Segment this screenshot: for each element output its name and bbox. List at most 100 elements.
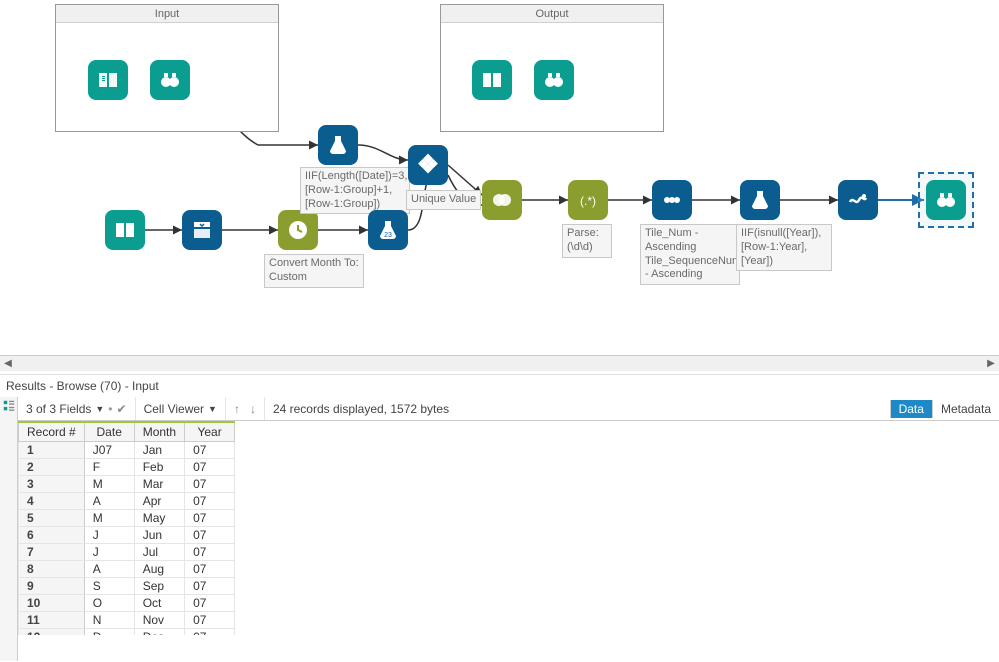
fields-dropdown[interactable]: 3 of 3 Fields ▼ • ✔ [18,397,136,420]
canvas-horizontal-scrollbar[interactable]: ◀ ▶ [0,355,999,371]
tile-tool[interactable] [408,145,448,185]
row-number: 1 [19,442,85,459]
regex-tool[interactable]: (.*) [568,180,608,220]
sort-tool[interactable] [652,180,692,220]
multirow-formula-tool[interactable] [318,125,358,165]
book-open-icon [113,218,137,242]
table-row[interactable]: 11NNov07 [19,612,235,629]
binoculars-icon [934,188,958,212]
cell-year[interactable]: 07 [185,510,235,527]
col-date[interactable]: Date [84,422,134,442]
table-row[interactable]: 6JJun07 [19,527,235,544]
row-number: 2 [19,459,85,476]
cell-month[interactable]: Jul [134,544,184,561]
join-tool[interactable] [482,180,522,220]
cell-month[interactable]: Jan [134,442,184,459]
table-row[interactable]: 10OOct07 [19,595,235,612]
cell-date[interactable]: S [84,578,134,595]
scroll-left-icon[interactable]: ◀ [0,356,16,372]
grid-gutter [0,421,18,661]
cell-date[interactable]: N [84,612,134,629]
workflow-canvas[interactable]: Input Output Convert Month To: Custom II… [0,0,999,374]
cell-year[interactable]: 07 [185,442,235,459]
table-row[interactable]: 12DDec07 [19,629,235,636]
cell-year[interactable]: 07 [185,578,235,595]
col-record[interactable]: Record # [19,422,85,442]
browse-tool[interactable] [150,60,190,100]
cell-year[interactable]: 07 [185,595,235,612]
cell-month[interactable]: Feb [134,459,184,476]
text-input-tool[interactable] [105,210,145,250]
flask-icon [326,133,350,157]
binoculars-icon [542,68,566,92]
cell-month[interactable]: Sep [134,578,184,595]
table-row[interactable]: 8AAug07 [19,561,235,578]
row-number: 8 [19,561,85,578]
datetime-tool[interactable] [278,210,318,250]
cell-date[interactable]: M [84,510,134,527]
tab-metadata[interactable]: Metadata [932,400,999,418]
table-row[interactable]: 7JJul07 [19,544,235,561]
cell-month[interactable]: Dec [134,629,184,636]
browse-tool[interactable] [926,180,966,220]
results-config-icon[interactable] [0,397,18,421]
cell-date[interactable]: J [84,544,134,561]
cell-date[interactable]: M [84,476,134,493]
tool-label: Tile_Num - Ascending Tile_SequenceNum - … [640,224,740,285]
check-wave-icon [846,188,870,212]
cell-viewer-label: Cell Viewer [144,402,204,416]
row-number: 5 [19,510,85,527]
cell-month[interactable]: Nov [134,612,184,629]
cell-date[interactable]: F [84,459,134,476]
row-number: 4 [19,493,85,510]
sort-asc-icon[interactable]: ↑ [234,402,240,416]
cell-month[interactable]: Jun [134,527,184,544]
cell-date[interactable]: D [84,629,134,636]
cell-date[interactable]: A [84,561,134,578]
cell-year[interactable]: 07 [185,459,235,476]
row-number: 3 [19,476,85,493]
cell-date[interactable]: J07 [84,442,134,459]
formula-tool[interactable]: 23 [368,210,408,250]
book-open-icon [96,68,120,92]
cell-date[interactable]: A [84,493,134,510]
row-number: 9 [19,578,85,595]
browse-tool[interactable] [534,60,574,100]
cell-year[interactable]: 07 [185,527,235,544]
table-row[interactable]: 5MMay07 [19,510,235,527]
cell-month[interactable]: Apr [134,493,184,510]
cell-date[interactable]: J [84,527,134,544]
sort-desc-icon[interactable]: ↓ [250,402,256,416]
table-row[interactable]: 2FFeb07 [19,459,235,476]
select-tool[interactable] [182,210,222,250]
tab-data[interactable]: Data [890,400,932,418]
cell-year[interactable]: 07 [185,493,235,510]
multirow-formula-tool[interactable] [740,180,780,220]
sort-icon [660,188,684,212]
text-input-tool[interactable] [472,60,512,100]
table-row[interactable]: 9SSep07 [19,578,235,595]
select-tool[interactable] [838,180,878,220]
cell-date[interactable]: O [84,595,134,612]
col-month[interactable]: Month [134,422,184,442]
cell-year[interactable]: 07 [185,544,235,561]
cell-year[interactable]: 07 [185,629,235,636]
chevron-down-icon: ▼ [95,404,104,414]
table-row[interactable]: 1J07Jan07 [19,442,235,459]
table-row[interactable]: 3MMar07 [19,476,235,493]
cell-month[interactable]: Oct [134,595,184,612]
cell-viewer-dropdown[interactable]: Cell Viewer ▼ [136,397,226,420]
results-table[interactable]: Record # Date Month Year 1J07Jan072FFeb0… [18,421,235,635]
cell-year[interactable]: 07 [185,612,235,629]
scroll-right-icon[interactable]: ▶ [983,356,999,372]
cell-month[interactable]: Aug [134,561,184,578]
cell-year[interactable]: 07 [185,561,235,578]
container-title: Input [56,5,278,23]
cell-month[interactable]: May [134,510,184,527]
cell-month[interactable]: Mar [134,476,184,493]
table-row[interactable]: 4AApr07 [19,493,235,510]
col-year[interactable]: Year [185,422,235,442]
tool-label: Unique Value [406,190,481,210]
text-input-tool[interactable] [88,60,128,100]
cell-year[interactable]: 07 [185,476,235,493]
